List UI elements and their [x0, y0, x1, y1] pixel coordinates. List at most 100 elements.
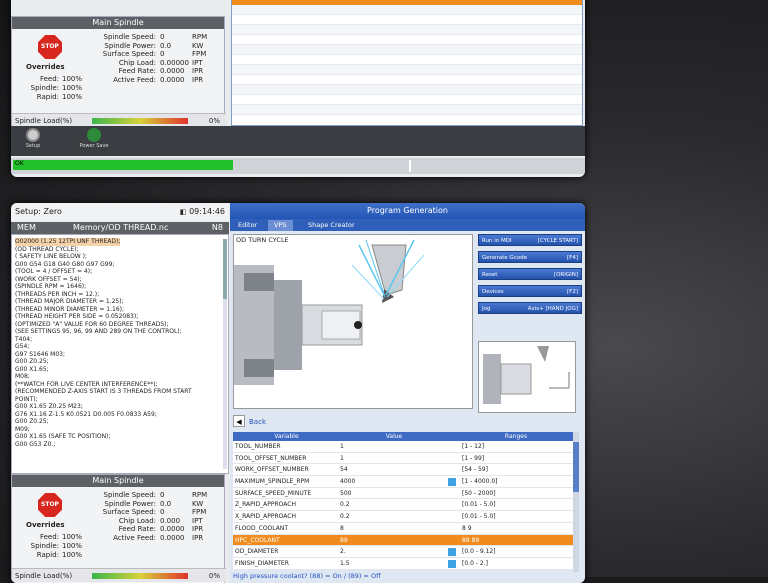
- dock-setup[interactable]: Setup: [13, 128, 53, 149]
- readout-row: Active Feed: 0.0000 IPR: [113, 75, 204, 84]
- status-text: OK: [15, 160, 24, 167]
- variable-row[interactable]: SURFACE_SPEED_MINUTE 500 [50 - 2000]: [233, 487, 573, 500]
- code-line[interactable]: G00 Z0.25;: [15, 358, 225, 366]
- variable-range: [1 - 12]: [462, 443, 485, 450]
- header-bar: Setup: Zero ◧ 09:14:46: [11, 203, 229, 221]
- run-in-mdi-button[interactable]: Run in MDI [CYCLE START]: [478, 234, 582, 246]
- action-buttons: Run in MDI [CYCLE START] Generate Gcode …: [478, 234, 582, 319]
- variable-name: HPC_COOLANT: [235, 536, 280, 544]
- code-line[interactable]: (OPTIMIZED "A" VALUE FOR 60 DEGREE THREA…: [15, 321, 225, 329]
- variable-value: 500: [340, 489, 352, 497]
- variable-range: [50 - 2000]: [462, 489, 496, 497]
- dock-power-save[interactable]: Power Save: [74, 128, 114, 149]
- back-button[interactable]: ◀ Back: [233, 415, 293, 429]
- readout-row: Spindle Speed: 0 RPM: [103, 491, 208, 499]
- variable-flag: [448, 511, 460, 522]
- code-line[interactable]: G00 X1.65 (SAFE TC POSITION);: [15, 433, 225, 441]
- code-line[interactable]: (**WATCH FOR LIVE CENTER INTERFERENCE**)…: [15, 381, 225, 389]
- stop-icon[interactable]: STOP: [38, 35, 62, 59]
- variable-flag: [448, 535, 460, 546]
- variable-value: 0.2: [340, 501, 350, 509]
- devices-button[interactable]: Devices [F2]: [478, 285, 582, 297]
- tab-shape-creator[interactable]: Shape Creator: [302, 220, 361, 231]
- variable-row[interactable]: Z_RAPID_APPROACH 0.2 [0.01 - 5.0]: [233, 499, 573, 512]
- variable-flag: [448, 499, 460, 510]
- code-line[interactable]: ( SAFETY LINE BELOW );: [15, 253, 225, 261]
- camera-icon: ◧: [179, 208, 187, 216]
- load-label: Spindle Load(%): [15, 117, 73, 125]
- code-line[interactable]: (TOOL = 4 / OFFSET = 4);: [15, 268, 225, 276]
- code-line[interactable]: (THREAD HEIGHT PER SIDE = 0.052083);: [15, 313, 225, 321]
- code-line[interactable]: G00 G54 G18 G40 G80 G97 G99;: [15, 261, 225, 269]
- code-line[interactable]: G00 Z0.25;: [15, 418, 225, 426]
- program-header: MEM Memory/OD THREAD.nc N8: [11, 222, 229, 234]
- code-line[interactable]: G00 X1.65;: [15, 366, 225, 374]
- code-line[interactable]: G76 X1.16 Z-1.5 K0.0521 D0.005 F0.0833 A…: [15, 411, 225, 419]
- code-line[interactable]: G54;: [15, 343, 225, 351]
- code-line[interactable]: (THREADS PER INCH = 12.);: [15, 291, 225, 299]
- code-line[interactable]: T404;: [15, 336, 225, 344]
- variable-row[interactable]: X_RAPID_APPROACH 0.2 [0.01 - 5.0]: [233, 511, 573, 523]
- variable-name: WORK_OFFSET_NUMBER: [235, 466, 309, 474]
- program-editor[interactable]: O02000 (1.25 12TPI UNF THREAD); (OD THREA…: [11, 234, 229, 474]
- code-line[interactable]: (WORK OFFSET = 54);: [15, 276, 225, 284]
- spindle-panel-title: Main Spindle: [12, 475, 224, 487]
- readout-row: Feed Rate: 0.0000 IPR: [118, 67, 204, 75]
- variable-row[interactable]: FINISH_DIAMETER 1.5 [0.0 - 2.]: [233, 557, 573, 570]
- spindle-readouts: Spindle Speed: 0 RPM Spindle Power: 0.0 KW S…: [90, 33, 220, 84]
- cycle-thumbnail: [478, 341, 576, 413]
- dock-bar: Setup Power Save: [11, 126, 585, 156]
- variable-row[interactable]: TOOL_OFFSET_NUMBER 1 [1 - 99]: [233, 452, 573, 465]
- info-icon: [448, 559, 456, 568]
- code-line[interactable]: M08;: [15, 373, 225, 381]
- code-line[interactable]: (THREAD MAJOR DIAMETER = 1.25);: [15, 298, 225, 306]
- variable-range: [1 - 99]: [462, 454, 485, 462]
- left-arrow-icon: ◀: [233, 415, 245, 427]
- readout-row: Surface Speed: 0 FPM: [102, 50, 207, 58]
- code-scrollbar[interactable]: [223, 239, 227, 469]
- load-label: Spindle Load(%): [15, 572, 73, 580]
- variable-name: OD_DIAMETER: [235, 548, 279, 556]
- code-line[interactable]: G00 X1.65 Z0.25 M23;: [15, 403, 225, 411]
- code-line[interactable]: G97 S1646 M03;: [15, 351, 225, 359]
- code-line[interactable]: (RECOMMENDED Z-AXIS START IS 3 THREADS F…: [15, 388, 225, 396]
- top-list-panel[interactable]: [231, 0, 583, 126]
- readout-row: Spindle Power: 0.0 KW: [104, 499, 204, 508]
- variable-flag: [448, 476, 460, 487]
- variable-hint: High pressure coolant? (88) = On / (89) …: [233, 572, 381, 580]
- variable-row[interactable]: OD_DIAMETER 2. [0.0 - 9.12]: [233, 546, 573, 558]
- tab-editor[interactable]: Editor: [232, 220, 263, 231]
- variable-row[interactable]: TOOL_NUMBER 1 [1 - 12]: [233, 441, 573, 453]
- code-line[interactable]: (SPINDLE RPM = 1646);: [15, 283, 225, 291]
- jog-button[interactable]: Jog Axis+ [HAND JOG]: [478, 302, 582, 314]
- table-scrollbar[interactable]: [573, 432, 579, 572]
- variable-flag: [448, 464, 460, 475]
- variable-row[interactable]: WORK_OFFSET_NUMBER 54 [54 - 59]: [233, 464, 573, 477]
- load-gauge: [92, 573, 188, 579]
- override-spindle: Spindle: 100%: [30, 84, 83, 92]
- code-line[interactable]: (OD THREAD CYCLE);: [15, 246, 225, 254]
- variable-value: 1.5: [340, 559, 350, 567]
- variable-row[interactable]: MAXIMUM_SPINDLE_RPM 4000 [1 - 4000.0]: [233, 476, 573, 488]
- spindle-load-bar: Spindle Load(%) 0%: [12, 113, 226, 127]
- code-line[interactable]: M09;: [15, 426, 225, 434]
- variable-row[interactable]: FLOOD_COOLANT 8 8 9: [233, 522, 573, 535]
- code-line[interactable]: G00 G53 Z0.;: [15, 441, 225, 449]
- spindle-panel-title: Main Spindle: [12, 17, 224, 29]
- code-line[interactable]: O02000 (1.25 12TPI UNF THREAD);: [15, 238, 225, 246]
- spindle-load-bar: Spindle Load(%) 0%: [12, 568, 226, 582]
- stop-icon[interactable]: STOP: [38, 493, 62, 517]
- info-icon: [448, 478, 456, 487]
- tab-vps[interactable]: VPS: [268, 220, 293, 231]
- code-line[interactable]: (THREAD MINOR DIAMETER = 1.16);: [15, 306, 225, 314]
- code-line[interactable]: (SEE SETTINGS 95, 96, 99 AND 289 ON THE …: [15, 328, 225, 336]
- overrides-list: Feed: 100% Spindle: 100% Rapid: 100%: [22, 533, 82, 560]
- generate-gcode-button[interactable]: Generate Gcode [F4]: [478, 251, 582, 263]
- reset-button[interactable]: Reset [ORIGIN]: [478, 268, 582, 280]
- od-turn-cycle-diagram: OD TURN CYCLE: [233, 234, 473, 409]
- chuck-jaw-top: [244, 273, 274, 291]
- code-line[interactable]: POINT);: [15, 396, 225, 404]
- variable-row[interactable]: HPC_COOLANT 89 88 89: [233, 534, 573, 547]
- variable-range: [0.0 - 2.]: [462, 559, 488, 567]
- variable-value: 4000: [340, 478, 356, 486]
